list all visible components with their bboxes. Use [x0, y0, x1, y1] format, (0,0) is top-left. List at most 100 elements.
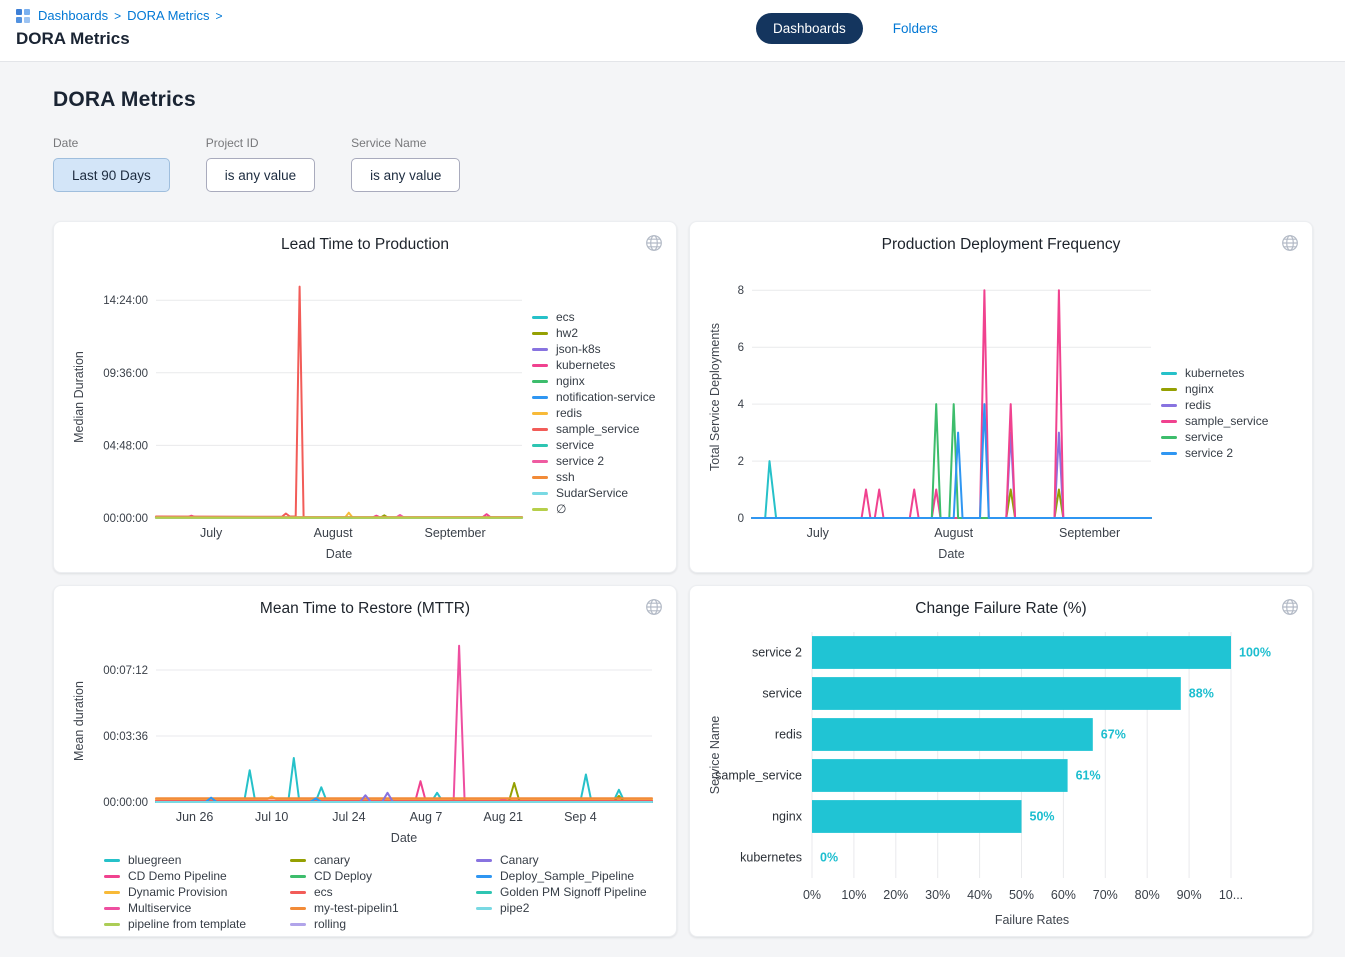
globe-icon[interactable]	[1281, 598, 1299, 616]
breadcrumb-link-dora-metrics[interactable]: DORA Metrics	[127, 8, 209, 23]
svg-text:Aug 21: Aug 21	[483, 810, 523, 824]
svg-text:30%: 30%	[925, 888, 950, 902]
legend-item-SudarService[interactable]: SudarService	[532, 485, 655, 501]
svg-text:67%: 67%	[1101, 728, 1126, 742]
legend-label: ∅	[556, 502, 566, 516]
legend-swatch	[532, 412, 548, 415]
page-title: DORA Metrics	[16, 29, 1345, 49]
legend-item-Dynamic Provision[interactable]: Dynamic Provision	[104, 884, 290, 900]
legend-swatch	[532, 476, 548, 479]
legend-item-Golden PM Signoff Pipeline[interactable]: Golden PM Signoff Pipeline	[476, 884, 660, 900]
legend-item-notification-service[interactable]: notification-service	[532, 389, 655, 405]
svg-text:Total Service Deployments: Total Service Deployments	[708, 323, 722, 471]
legend-item-Canary[interactable]: Canary	[476, 852, 660, 868]
legend-item-kubernetes[interactable]: kubernetes	[1161, 365, 1268, 381]
legend-swatch	[476, 875, 492, 878]
svg-text:Sep 4: Sep 4	[564, 810, 597, 824]
legend-item-service[interactable]: service	[532, 437, 655, 453]
chart-title: Lead Time to Production	[70, 236, 660, 254]
tab-dashboards[interactable]: Dashboards	[756, 13, 863, 44]
legend-item-service[interactable]: service	[1161, 429, 1268, 445]
legend-item-sample_service[interactable]: sample_service	[532, 421, 655, 437]
legend-item-∅[interactable]: ∅	[532, 501, 655, 517]
legend-swatch	[290, 859, 306, 862]
filter-date-value-button[interactable]: Last 90 Days	[53, 158, 170, 192]
legend-item-nginx[interactable]: nginx	[1161, 381, 1268, 397]
svg-text:Jul 10: Jul 10	[255, 810, 288, 824]
legend-label: ecs	[314, 885, 333, 899]
legend-item-kubernetes[interactable]: kubernetes	[532, 357, 655, 373]
legend-swatch	[1161, 436, 1177, 439]
legend-item-Deploy_Sample_Pipeline[interactable]: Deploy_Sample_Pipeline	[476, 868, 660, 884]
svg-text:Service Name: Service Name	[708, 716, 722, 795]
legend-item-json-k8s[interactable]: json-k8s	[532, 341, 655, 357]
legend-item-sample_service[interactable]: sample_service	[1161, 413, 1268, 429]
legend-item-CD Demo Pipeline[interactable]: CD Demo Pipeline	[104, 868, 290, 884]
legend-label: hw2	[556, 326, 578, 340]
svg-text:6: 6	[738, 342, 744, 354]
legend-item-canary[interactable]: canary	[290, 852, 476, 868]
legend-item-rolling[interactable]: rolling	[290, 916, 476, 932]
svg-text:Date: Date	[938, 547, 964, 561]
svg-text:4: 4	[738, 399, 745, 411]
legend-label: pipeline from template	[128, 917, 246, 931]
legend-item-ecs[interactable]: ecs	[532, 309, 655, 325]
globe-icon[interactable]	[645, 234, 663, 252]
legend-label: Canary	[500, 853, 539, 867]
legend-swatch	[532, 380, 548, 383]
svg-text:50%: 50%	[1030, 810, 1055, 824]
legend-label: service 2	[1185, 446, 1233, 460]
lead-time-chart: 00:00:0004:48:0009:36:0014:24:00JulyAugu…	[70, 262, 532, 564]
legend-item-hw2[interactable]: hw2	[532, 325, 655, 341]
legend-item-ecs[interactable]: ecs	[290, 884, 476, 900]
svg-text:8: 8	[738, 285, 744, 297]
legend-swatch	[290, 891, 306, 894]
legend-item-pipe2[interactable]: pipe2	[476, 900, 660, 916]
legend-swatch	[104, 875, 120, 878]
filter-project-id-label: Project ID	[206, 136, 315, 150]
svg-text:nginx: nginx	[772, 810, 803, 824]
legend-swatch	[290, 875, 306, 878]
legend-item-redis[interactable]: redis	[1161, 397, 1268, 413]
svg-text:September: September	[1059, 526, 1120, 540]
legend-swatch	[532, 444, 548, 447]
filter-date: Date Last 90 Days	[53, 136, 170, 192]
legend-item-bluegreen[interactable]: bluegreen	[104, 852, 290, 868]
legend-label: CD Demo Pipeline	[128, 869, 227, 883]
legend-item-nginx[interactable]: nginx	[532, 373, 655, 389]
legend-swatch	[532, 396, 548, 399]
globe-icon[interactable]	[1281, 234, 1299, 252]
legend-swatch	[532, 428, 548, 431]
legend-swatch	[104, 907, 120, 910]
mttr-chart: 00:00:0000:03:3600:07:12Jun 26Jul 10Jul …	[70, 626, 662, 848]
legend-item-pipeline from template[interactable]: pipeline from template	[104, 916, 290, 932]
tab-folders[interactable]: Folders	[893, 21, 938, 36]
svg-text:10...: 10...	[1219, 888, 1243, 902]
card-change-failure-rate: Change Failure Rate (%) 0%10%20%30%40%50…	[689, 585, 1313, 937]
legend-swatch	[1161, 372, 1177, 375]
svg-text:00:00:00: 00:00:00	[103, 513, 148, 525]
legend-swatch	[290, 923, 306, 926]
svg-text:00:03:36: 00:03:36	[103, 731, 148, 743]
legend-label: kubernetes	[556, 358, 615, 372]
legend-label: ssh	[556, 470, 575, 484]
legend-item-service 2[interactable]: service 2	[1161, 445, 1268, 461]
svg-text:2: 2	[738, 456, 744, 468]
filter-project-id-value-button[interactable]: is any value	[206, 158, 315, 192]
breadcrumb-link-dashboards[interactable]: Dashboards	[38, 8, 108, 23]
globe-icon[interactable]	[645, 598, 663, 616]
filter-service-name-value-button[interactable]: is any value	[351, 158, 460, 192]
legend-item-redis[interactable]: redis	[532, 405, 655, 421]
legend-label: Deploy_Sample_Pipeline	[500, 869, 634, 883]
legend-item-service 2[interactable]: service 2	[532, 453, 655, 469]
legend-item-my-test-pipelin1[interactable]: my-test-pipelin1	[290, 900, 476, 916]
legend-swatch	[532, 348, 548, 351]
legend-item-ssh[interactable]: ssh	[532, 469, 655, 485]
svg-text:July: July	[807, 526, 830, 540]
legend-item-CD Deploy[interactable]: CD Deploy	[290, 868, 476, 884]
svg-text:100%: 100%	[1239, 646, 1271, 660]
legend-item-Multiservice[interactable]: Multiservice	[104, 900, 290, 916]
svg-text:88%: 88%	[1189, 687, 1214, 701]
legend-label: ecs	[556, 310, 575, 324]
svg-text:50%: 50%	[1009, 888, 1034, 902]
